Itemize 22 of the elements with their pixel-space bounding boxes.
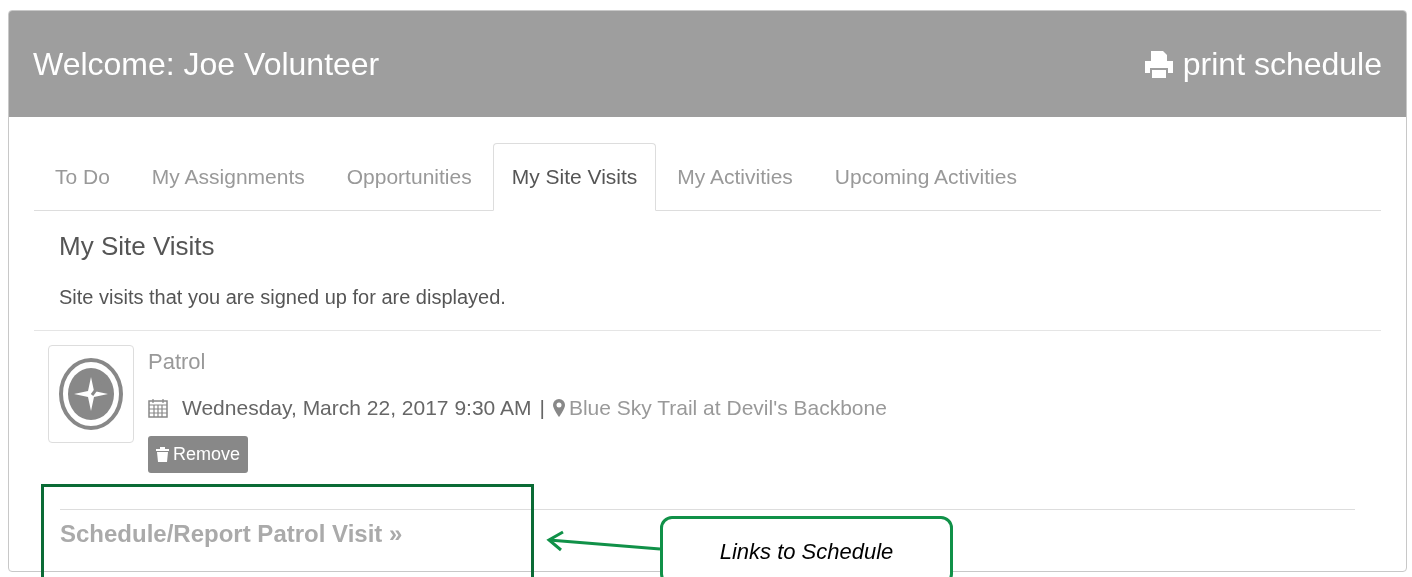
- callout-box: Links to Schedule: [660, 516, 953, 577]
- schedule-link[interactable]: Schedule/Report Patrol Visit »: [60, 519, 403, 547]
- calendar-icon: [148, 397, 168, 418]
- location-link[interactable]: Blue Sky Trail at Devil's Backbone: [568, 392, 887, 424]
- visit-type: Patrol: [148, 348, 207, 376]
- section-heading: My Site Visits: [59, 230, 216, 263]
- remove-button[interactable]: Remove: [148, 435, 249, 473]
- tab[interactable]: My Site Visits: [492, 143, 657, 211]
- tab[interactable]: My Assignments: [130, 143, 326, 210]
- compass-icon: [58, 357, 124, 431]
- tab[interactable]: To Do: [34, 143, 131, 210]
- separator: |: [539, 395, 545, 421]
- trash-icon: [156, 446, 169, 462]
- section-description: Site visits that you are signed up for are displayed.: [59, 285, 507, 310]
- tab[interactable]: My Activities: [656, 143, 814, 210]
- printer-icon: [1142, 49, 1175, 79]
- tab[interactable]: Opportunities: [325, 143, 493, 210]
- print-schedule-link[interactable]: print schedule: [1142, 40, 1382, 88]
- map-pin-icon: [552, 398, 565, 417]
- visit-datetime: Wednesday, March 22, 2017 9:30 AM: [182, 395, 532, 421]
- tab[interactable]: Upcoming Activities: [813, 143, 1038, 210]
- welcome-title: Welcome: Joe Volunteer: [33, 45, 380, 84]
